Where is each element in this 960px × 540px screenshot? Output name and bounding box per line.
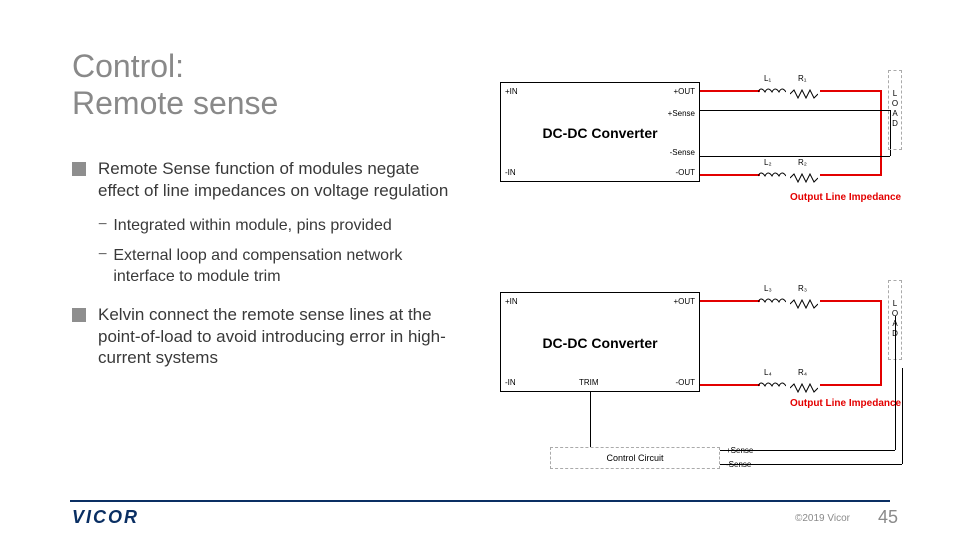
label-r2: R₂ [798,158,807,167]
pin-plus-out: +OUT [673,297,695,306]
converter-box-top: DC-DC Converter +IN +OUT +Sense -Sense -… [500,82,700,182]
title-line1: Control: [72,48,184,84]
bullet-square-icon [72,308,86,322]
label-l4: L₄ [764,368,772,377]
dash-icon: − [98,246,107,288]
wire-top-b [700,300,760,302]
wire-ctrl-v1 [895,316,896,450]
resistor-r2 [790,170,818,178]
subbullet-1-2: − External loop and compensation network… [98,246,452,288]
inductor-l1 [758,86,786,94]
copyright: ©2019 Vicor [795,513,850,524]
wire-trim [590,392,591,447]
converter-label-top: DC-DC Converter [501,125,699,141]
wire-sense-bot [700,156,890,157]
pin-minus-in: -IN [505,378,516,387]
wire-bot2-b [820,384,880,386]
wire-bot2 [820,174,880,176]
control-circuit-box: Control Circuit [550,447,720,469]
footer-rule [70,500,890,502]
wire-ctrl-top [720,450,895,451]
label-r3: R₃ [798,284,807,293]
wire-ctrl-bot [720,464,902,465]
inductor-l4 [758,380,786,388]
load-box-top: LOAD [888,70,902,150]
output-line-impedance-bot: Output Line Impedance [790,398,901,409]
page-number: 45 [878,507,898,528]
figure-bottom: DC-DC Converter +IN +OUT -IN -OUT TRIM L… [490,272,910,472]
load-label: LOAD [892,89,898,128]
wire-bot-b [700,384,760,386]
label-r4: R₄ [798,368,807,377]
pin-plus-sense: +Sense [668,109,695,118]
inductor-l3 [758,296,786,304]
pin-plus-in: +IN [505,297,518,306]
output-line-impedance-top: Output Line Impedance [790,192,901,203]
figure-top: DC-DC Converter +IN +OUT +Sense -Sense -… [490,62,910,232]
content-block: Remote Sense function of modules negate … [72,158,452,383]
pin-plus-in: +IN [505,87,518,96]
converter-label-bot: DC-DC Converter [501,335,699,351]
pin-minus-out: -OUT [675,168,695,177]
pin-plus-out: +OUT [673,87,695,96]
slide-root: Control: Remote sense Remote Sense funct… [0,0,960,540]
vicor-logo: VICOR [72,507,139,528]
slide-title: Control: Remote sense [72,48,278,122]
converter-box-bot: DC-DC Converter +IN +OUT -IN -OUT TRIM [500,292,700,392]
wire-sense-top [700,110,890,111]
wire-bot [700,174,760,176]
dash-icon: − [98,216,107,237]
pin-trim: TRIM [579,378,599,387]
resistor-r4 [790,380,818,388]
resistor-r3 [790,296,818,304]
label-l1: L₁ [764,74,771,83]
subbullet-1-2-text: External loop and compensation network i… [113,246,452,288]
wire-botv-b [880,362,882,386]
wire-top2 [820,90,880,92]
bullet-2: Kelvin connect the remote sense lines at… [72,304,452,369]
wire-ctrl-v2 [902,368,903,464]
subbullet-1-1: − Integrated within module, pins provide… [98,216,452,237]
bullet-1: Remote Sense function of modules negate … [72,158,452,202]
pin-minus-out: -OUT [675,378,695,387]
diagram-area: DC-DC Converter +IN +OUT +Sense -Sense -… [490,62,910,482]
pin-minus-in: -IN [505,168,516,177]
bullet-square-icon [72,162,86,176]
inductor-l2 [758,170,786,178]
bullet-1-text: Remote Sense function of modules negate … [98,158,452,202]
subbullet-1-1-text: Integrated within module, pins provided [113,216,391,237]
wire-top2-b [820,300,880,302]
label-l2: L₂ [764,158,772,167]
title-line2: Remote sense [72,85,278,121]
resistor-r1 [790,86,818,94]
bullet-2-text: Kelvin connect the remote sense lines at… [98,304,452,369]
pin-minus-sense: -Sense [670,148,695,157]
label-l3: L₃ [764,284,772,293]
wire-top [700,90,760,92]
label-r1: R₁ [798,74,806,83]
